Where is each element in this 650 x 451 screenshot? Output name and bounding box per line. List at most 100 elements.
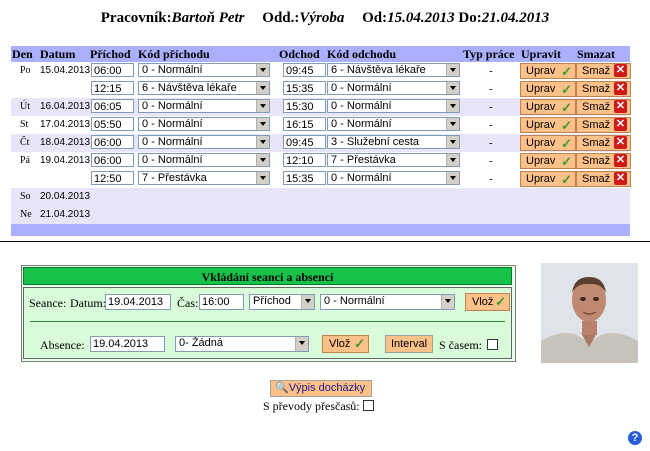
- absence-code-select[interactable]: 0- Žádná: [175, 336, 309, 352]
- divider: [0, 241, 650, 242]
- pracovnik-value: Bartoň Petr: [171, 10, 245, 26]
- departure-time-input[interactable]: 12:10: [283, 153, 326, 167]
- arrival-time-input[interactable]: 05:50: [91, 117, 134, 131]
- direction-value: Příchod: [253, 295, 291, 307]
- s-casem-checkbox[interactable]: [487, 339, 498, 350]
- col-upravit: Upravit: [521, 47, 561, 61]
- departure-code-select[interactable]: 0 - Normální: [327, 171, 460, 185]
- col-smazat: Smazat: [577, 47, 615, 61]
- delete-x-icon: ✕: [614, 118, 627, 131]
- edit-button-label: Uprav: [526, 173, 556, 185]
- edit-button-label: Uprav: [526, 101, 556, 113]
- departure-code-value: 3 - Služební cesta: [331, 136, 420, 148]
- departure-code-select[interactable]: 7 - Přestávka: [327, 153, 460, 167]
- departure-code-select[interactable]: 3 - Služební cesta: [327, 135, 460, 149]
- interval-button[interactable]: Interval: [385, 335, 433, 353]
- edit-button[interactable]: Uprav ✓: [520, 171, 576, 187]
- arrival-time-input[interactable]: 06:05: [91, 99, 134, 113]
- arrival-code-value: 0 - Normální: [142, 64, 203, 76]
- departure-code-value: 7 - Přestávka: [331, 154, 396, 166]
- absence-date-input[interactable]: 19.04.2013: [90, 336, 165, 352]
- day-cell: Po: [20, 65, 31, 76]
- help-icon[interactable]: ?: [628, 431, 642, 445]
- table-row: Čt 18.04.2013 06:00 0 - Normální 09:45 3 - Sl…: [11, 134, 631, 152]
- delete-button[interactable]: Smaž ✕: [576, 117, 631, 133]
- insert-absence-button[interactable]: Vlož ✓: [322, 335, 369, 353]
- departure-code-select[interactable]: 6 - Návštěva lékaře: [327, 63, 460, 77]
- entry-panel-title: Vkládání seancí a absencí: [23, 267, 512, 285]
- col-prichod: Příchod: [90, 47, 131, 61]
- arrival-code-select[interactable]: 0 - Normální: [138, 153, 270, 167]
- table-header-row: Den Datum Příchod Kód příchodu Odchod Kó…: [11, 46, 630, 62]
- departure-code-select[interactable]: 0 - Normální: [327, 81, 460, 95]
- edit-button-label: Uprav: [526, 155, 556, 167]
- edit-button[interactable]: Uprav ✓: [520, 135, 576, 151]
- departure-time-input[interactable]: 15:35: [283, 171, 326, 185]
- edit-button[interactable]: Uprav ✓: [520, 153, 576, 169]
- date-cell: 21.04.2013: [40, 209, 91, 220]
- table-row: Út 16.04.2013 06:05 0 - Normální 15:30 0 - No…: [11, 98, 631, 116]
- col-odchod: Odchod: [279, 47, 320, 61]
- departure-code-value: 0 - Normální: [331, 82, 392, 94]
- delete-button[interactable]: Smaž ✕: [576, 81, 631, 97]
- work-type-cell: -: [489, 101, 493, 113]
- delete-button[interactable]: Smaž ✕: [576, 99, 631, 115]
- chevron-down-icon: [446, 154, 459, 166]
- edit-button[interactable]: Uprav ✓: [520, 81, 576, 97]
- date-cell: 15.04.2013: [40, 65, 91, 76]
- seance-date-input[interactable]: 19.04.2013: [105, 294, 171, 310]
- day-cell: Pá: [20, 155, 30, 166]
- arrival-code-select[interactable]: 0 - Normální: [138, 117, 270, 131]
- delete-x-icon: ✕: [614, 136, 627, 149]
- arrival-code-select[interactable]: 0 - Normální: [138, 99, 270, 113]
- edit-button[interactable]: Uprav ✓: [520, 63, 576, 79]
- departure-time-input[interactable]: 15:35: [283, 81, 326, 95]
- table-row: So 20.04.2013: [11, 188, 630, 206]
- edit-button[interactable]: Uprav ✓: [520, 117, 576, 133]
- attendance-report-button[interactable]: 🔍Výpis docházky: [270, 380, 372, 397]
- insert-absence-label: Vlož: [329, 338, 351, 350]
- work-type-cell: -: [489, 155, 493, 167]
- day-cell: St: [20, 119, 29, 130]
- chevron-down-icon: [446, 82, 459, 94]
- insert-seance-button[interactable]: Vlož ✓: [465, 293, 510, 311]
- delete-button[interactable]: Smaž ✕: [576, 153, 631, 169]
- arrival-time-input[interactable]: 06:00: [91, 153, 134, 167]
- seance-code-select[interactable]: 0 - Normální: [320, 294, 455, 310]
- departure-time-input[interactable]: 15:30: [283, 99, 326, 113]
- arrival-time-input[interactable]: 06:00: [91, 135, 134, 149]
- date-cell: 17.04.2013: [40, 119, 91, 130]
- seance-time-input[interactable]: 16:00: [199, 294, 244, 310]
- chevron-down-icon: [256, 154, 269, 166]
- delete-button-label: Smaž: [582, 155, 611, 167]
- departure-time-input[interactable]: 16:15: [283, 117, 326, 131]
- arrival-time-input[interactable]: 12:15: [91, 81, 134, 95]
- arrival-code-select[interactable]: 6 - Návštěva lékaře: [138, 81, 270, 95]
- s-casem-label: S časem:: [439, 338, 482, 352]
- magnifier-icon: 🔍: [275, 382, 289, 394]
- work-type-cell: -: [489, 173, 493, 185]
- delete-button[interactable]: Smaž ✕: [576, 63, 631, 79]
- arrival-code-select[interactable]: 7 - Přestávka: [138, 171, 270, 185]
- page-header: Pracovník:Bartoň Petr Odd.:Výroba Od:15.…: [0, 10, 650, 27]
- edit-button[interactable]: Uprav ✓: [520, 99, 576, 115]
- arrival-time-input[interactable]: 12:50: [91, 171, 134, 185]
- departure-time-input[interactable]: 09:45: [283, 63, 326, 77]
- delete-button[interactable]: Smaž ✕: [576, 171, 631, 187]
- checkmark-icon: ✓: [561, 154, 572, 169]
- departure-code-select[interactable]: 0 - Normální: [327, 117, 460, 131]
- arrival-code-select[interactable]: 0 - Normální: [138, 135, 270, 149]
- arrival-time-input[interactable]: 06:00: [91, 63, 134, 77]
- delete-x-icon: ✕: [614, 154, 627, 167]
- overtime-transfers-checkbox[interactable]: [362, 400, 374, 411]
- seance-label: Seance:: [29, 296, 67, 310]
- departure-time-input[interactable]: 09:45: [283, 135, 326, 149]
- arrival-code-value: 0 - Normální: [142, 118, 203, 130]
- delete-button[interactable]: Smaž ✕: [576, 135, 631, 151]
- departure-code-select[interactable]: 0 - Normální: [327, 99, 460, 113]
- direction-select[interactable]: Příchod: [249, 294, 315, 310]
- work-type-cell: -: [489, 65, 493, 77]
- seance-code-value: 0 - Normální: [324, 295, 385, 307]
- table-footer: [11, 224, 630, 236]
- arrival-code-select[interactable]: 0 - Normální: [138, 63, 270, 77]
